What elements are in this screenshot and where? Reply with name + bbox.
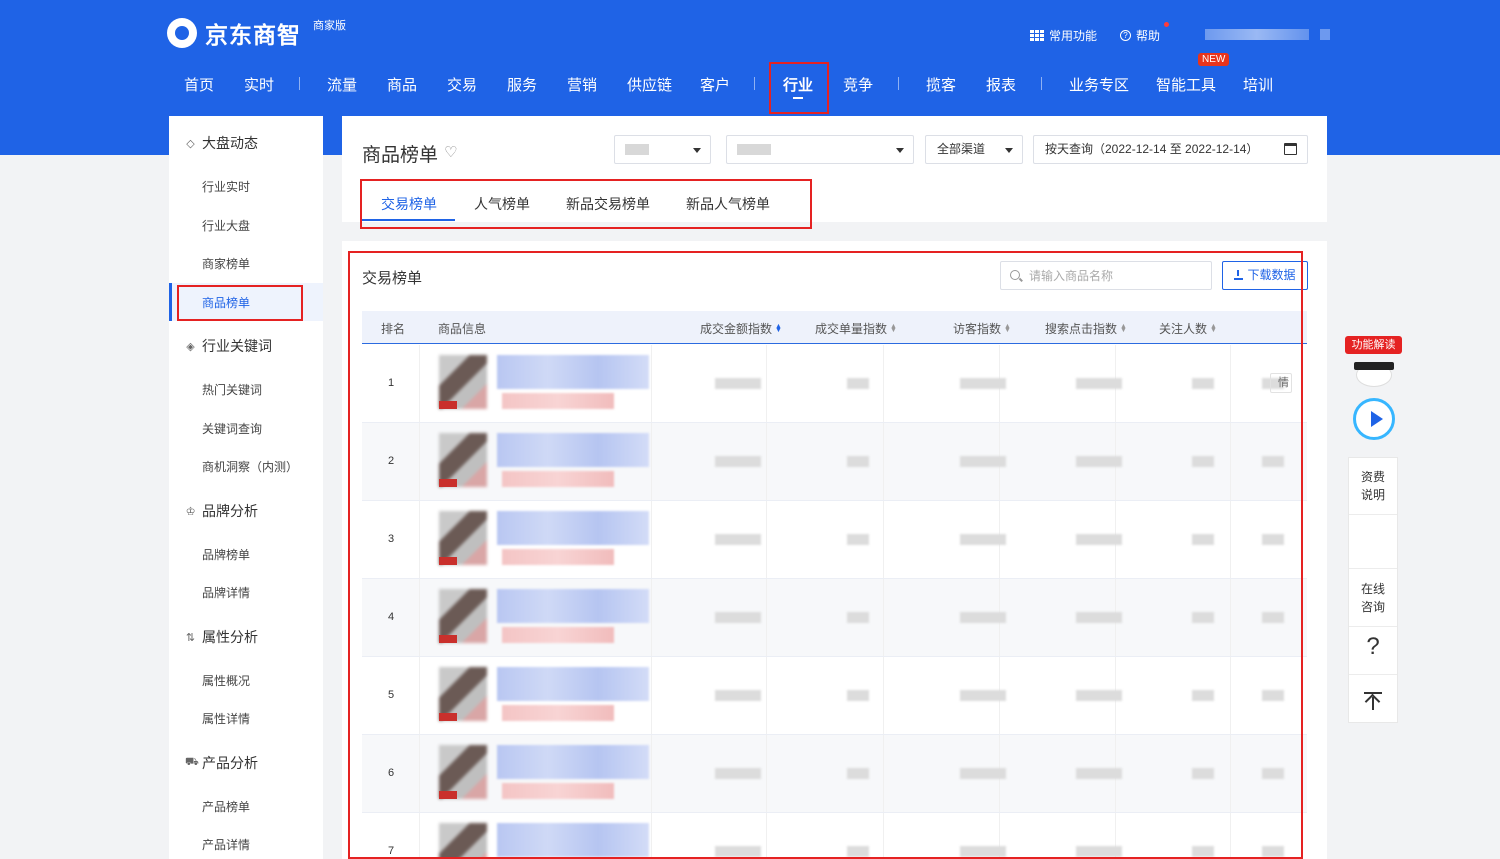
help-label: 帮助 bbox=[1136, 29, 1161, 43]
sidebar-item-hot-keywords[interactable]: 热门关键词 bbox=[202, 381, 262, 398]
nav-trade[interactable]: 交易 bbox=[447, 74, 477, 95]
help-button[interactable]: ? 帮助 bbox=[1120, 27, 1160, 44]
user-menu[interactable] bbox=[1320, 29, 1330, 40]
help-icon: ? bbox=[1120, 30, 1131, 41]
crown-icon: ♔ bbox=[185, 505, 196, 518]
question-icon[interactable]: ? bbox=[1349, 635, 1397, 659]
nav-product[interactable]: 商品 bbox=[387, 74, 417, 95]
sidebar-item-attribute-overview[interactable]: 属性概况 bbox=[202, 672, 250, 689]
ranking-card: 交易榜单 下载数据 排名 商品信息 成交金额指数▲▼ 成交单量指数▲▼ 访客指数… bbox=[342, 241, 1327, 859]
brand-name: 京东商智 bbox=[205, 22, 301, 48]
user-account[interactable] bbox=[1205, 29, 1309, 40]
highlight-tabs bbox=[360, 179, 812, 229]
nav-separator bbox=[299, 77, 300, 90]
date-picker[interactable]: 按天查询（2022-12-14 至 2022-12-14） bbox=[1033, 135, 1308, 164]
nav-separator bbox=[898, 77, 899, 90]
logo-icon bbox=[167, 18, 197, 48]
sidebar-group-keywords[interactable]: ◈ 行业关键词 bbox=[185, 336, 272, 356]
brand-logo[interactable]: 京东商智 bbox=[167, 16, 301, 50]
grid-icon bbox=[1030, 29, 1044, 42]
channel-select[interactable]: 全部渠道 bbox=[925, 135, 1023, 164]
feature-guide-tag[interactable]: 功能解读 bbox=[1345, 336, 1402, 354]
new-badge: NEW bbox=[1198, 53, 1230, 66]
sidebar-item-product-detail[interactable]: 产品详情 bbox=[202, 836, 250, 853]
sidebar-group-brand[interactable]: ♔ 品牌分析 bbox=[185, 501, 258, 521]
nav-customer-acquisition[interactable]: 揽客 bbox=[926, 74, 956, 95]
nav-reports[interactable]: 报表 bbox=[986, 74, 1016, 95]
page-title: 商品榜单 bbox=[362, 145, 439, 166]
sidebar-group-label: 产品分析 bbox=[202, 755, 258, 771]
sidebar-item-industry-realtime[interactable]: 行业实时 bbox=[202, 178, 250, 195]
sidebar-group-label: 属性分析 bbox=[202, 629, 258, 645]
channel-value: 全部渠道 bbox=[937, 142, 986, 156]
nav-realtime[interactable]: 实时 bbox=[244, 74, 274, 95]
nav-competition[interactable]: 竞争 bbox=[843, 74, 873, 95]
common-functions-label: 常用功能 bbox=[1049, 29, 1098, 43]
sidebar-group-label: 品牌分析 bbox=[202, 503, 258, 519]
divider bbox=[1349, 626, 1397, 627]
common-functions-button[interactable]: 常用功能 bbox=[1030, 27, 1097, 44]
highlight-nav-industry bbox=[769, 62, 829, 114]
sidebar: ◇ 大盘动态 行业实时 行业大盘 商家榜单 商品榜单 ◈ 行业关键词 热门关键词… bbox=[169, 116, 323, 859]
sidebar-item-product-list[interactable]: 产品榜单 bbox=[202, 798, 250, 815]
blurred-value bbox=[737, 144, 771, 155]
nav-traffic[interactable]: 流量 bbox=[327, 74, 357, 95]
sidebar-item-keyword-search[interactable]: 关键词查询 bbox=[202, 420, 262, 437]
category-select-2[interactable] bbox=[726, 135, 914, 164]
nav-smart-tools[interactable]: 智能工具 bbox=[1156, 74, 1216, 95]
nav-service[interactable]: 服务 bbox=[507, 74, 537, 95]
sidebar-group-attribute[interactable]: ⇅ 属性分析 bbox=[185, 627, 258, 647]
sidebar-item-industry-overview[interactable]: 行业大盘 bbox=[202, 217, 250, 234]
sort-icon: ⇅ bbox=[185, 631, 196, 644]
highlight-sidebar-item bbox=[177, 285, 303, 321]
notification-dot bbox=[1164, 22, 1169, 27]
nav-separator bbox=[754, 77, 755, 90]
sidebar-group-market[interactable]: ◇ 大盘动态 bbox=[185, 133, 258, 153]
sidebar-item-attribute-detail[interactable]: 属性详情 bbox=[202, 710, 250, 727]
online-consult-button[interactable]: 在线咨询 bbox=[1349, 580, 1397, 616]
favorite-icon[interactable]: ♡ bbox=[444, 143, 457, 161]
divider bbox=[1349, 568, 1397, 569]
nav-business-zone[interactable]: 业务专区 bbox=[1069, 74, 1129, 95]
nav-separator bbox=[1041, 77, 1042, 90]
calendar-icon bbox=[1284, 143, 1297, 155]
nav-marketing[interactable]: 营销 bbox=[567, 74, 597, 95]
play-video-icon[interactable] bbox=[1353, 398, 1395, 440]
floating-toolbar: 资费说明 在线咨询 ? bbox=[1348, 457, 1398, 723]
market-icon: ◇ bbox=[186, 137, 195, 150]
fee-info-button[interactable]: 资费说明 bbox=[1349, 468, 1397, 504]
sidebar-item-brand-ranking[interactable]: 品牌榜单 bbox=[202, 546, 250, 563]
back-to-top-icon[interactable] bbox=[1364, 692, 1382, 710]
graduation-cap-icon bbox=[1354, 362, 1394, 370]
chevron-down-icon bbox=[896, 148, 904, 153]
sidebar-group-label: 行业关键词 bbox=[202, 338, 272, 354]
date-value: 按天查询（2022-12-14 至 2022-12-14） bbox=[1045, 142, 1259, 156]
divider bbox=[1349, 514, 1397, 515]
sidebar-group-product-analysis[interactable]: ⛟ 产品分析 bbox=[185, 753, 258, 773]
highlight-table bbox=[348, 251, 1303, 859]
nav-home[interactable]: 首页 bbox=[184, 74, 214, 95]
sidebar-item-brand-detail[interactable]: 品牌详情 bbox=[202, 584, 250, 601]
sidebar-item-merchant-ranking[interactable]: 商家榜单 bbox=[202, 255, 250, 272]
keyword-icon: ◈ bbox=[186, 340, 195, 353]
chevron-down-icon bbox=[693, 148, 701, 153]
nav-supply-chain[interactable]: 供应链 bbox=[627, 74, 672, 95]
sidebar-item-opportunity-insight[interactable]: 商机洞察（内测） bbox=[202, 458, 298, 475]
nav-training[interactable]: 培训 bbox=[1243, 74, 1273, 95]
nav-customer[interactable]: 客户 bbox=[700, 74, 730, 95]
filter-card: 商品榜单 ♡ 全部渠道 按天查询（2022-12-14 至 2022-12-14… bbox=[342, 116, 1327, 229]
cart-icon: ⛟ bbox=[185, 756, 199, 768]
category-select-1[interactable] bbox=[614, 135, 711, 164]
blurred-value bbox=[625, 144, 649, 155]
chevron-down-icon bbox=[1005, 148, 1013, 153]
brand-edition: 商家版 bbox=[313, 20, 346, 32]
sidebar-group-label: 大盘动态 bbox=[202, 135, 258, 151]
divider bbox=[1349, 674, 1397, 675]
